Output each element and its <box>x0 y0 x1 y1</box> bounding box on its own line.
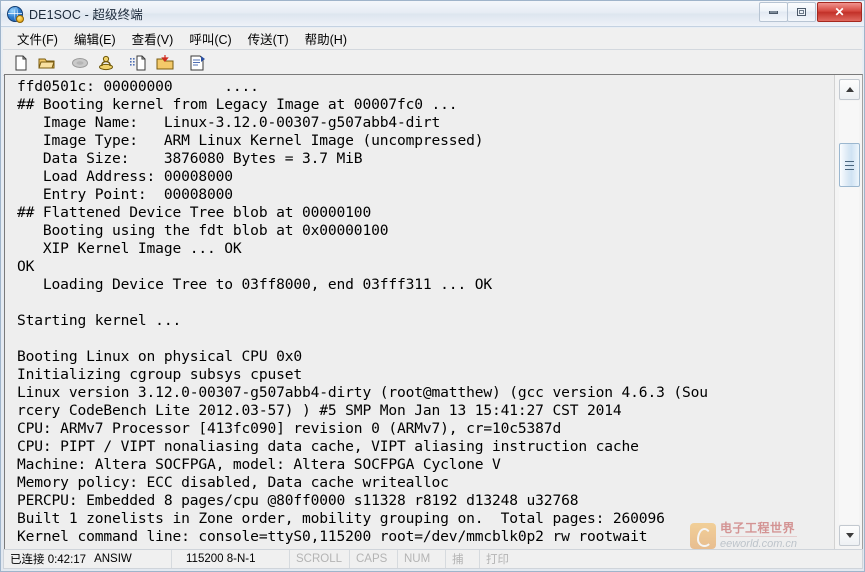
status-capture: 捕 <box>446 550 480 568</box>
close-button[interactable]: ✕ <box>817 2 862 22</box>
maximize-button[interactable] <box>787 2 816 22</box>
terminal-text: ffd0501c: 00000000 .... ## Booting kerne… <box>17 78 708 545</box>
menu-help[interactable]: 帮助(H) <box>297 27 355 50</box>
menu-bar: 文件(F) 编辑(E) 查看(V) 呼叫(C) 传送(T) 帮助(H) <box>3 28 862 50</box>
vertical-scrollbar[interactable] <box>834 75 862 550</box>
menu-transfer[interactable]: 传送(T) <box>240 27 297 50</box>
status-caps: CAPS <box>350 550 398 568</box>
send-file-icon[interactable] <box>127 52 151 74</box>
window-title: DE1SOC - 超级终端 <box>29 8 143 22</box>
status-emulation: ANSIW <box>94 553 132 565</box>
menu-call[interactable]: 呼叫(C) <box>181 27 239 50</box>
status-num: NUM <box>398 550 446 568</box>
disconnect-phone-icon[interactable] <box>94 52 118 74</box>
status-scroll: SCROLL <box>290 550 350 568</box>
menu-view[interactable]: 查看(V) <box>124 27 182 50</box>
scroll-up-icon[interactable] <box>839 79 860 100</box>
toolbar <box>3 50 862 76</box>
title-bar: DE1SOC - 超级终端 ✕ <box>1 1 864 27</box>
terminal-panel: ffd0501c: 00000000 .... ## Booting kerne… <box>4 74 863 551</box>
menu-file[interactable]: 文件(F) <box>9 27 66 50</box>
scroll-thumb[interactable] <box>839 143 860 187</box>
terminal-output[interactable]: ffd0501c: 00000000 .... ## Booting kerne… <box>5 75 834 550</box>
properties-icon[interactable] <box>186 52 210 74</box>
open-folder-icon[interactable] <box>35 52 59 74</box>
minimize-button[interactable] <box>759 2 788 22</box>
call-phone-icon <box>68 52 92 74</box>
hyperterminal-window: DE1SOC - 超级终端 ✕ 文件(F) 编辑(E) 查看(V) 呼叫(C) … <box>0 0 865 572</box>
status-print: 打印 <box>486 554 509 566</box>
globe-icon <box>6 5 24 23</box>
status-connection-time: 已连接 0:42:17 <box>10 554 87 566</box>
status-line-settings: 115200 8-N-1 <box>172 550 290 568</box>
new-connection-icon[interactable] <box>9 52 33 74</box>
menu-edit[interactable]: 编辑(E) <box>66 27 124 50</box>
scroll-down-icon[interactable] <box>839 525 860 546</box>
receive-file-icon[interactable] <box>153 52 177 74</box>
status-connection: 已连接 0:42:17 ANSIW <box>4 550 172 568</box>
window-controls: ✕ <box>759 2 862 22</box>
status-bar: 已连接 0:42:17 ANSIW 115200 8-N-1 SCROLL CA… <box>3 549 863 569</box>
